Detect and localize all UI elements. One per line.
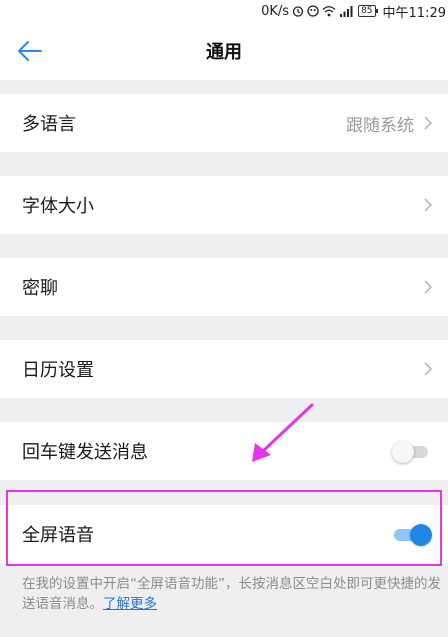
setting-row-font-size[interactable]: 字体大小: [0, 176, 448, 234]
clock: 中午11:29: [382, 5, 446, 21]
chevron-right-icon: [424, 361, 434, 377]
enter-send-toggle[interactable]: [392, 440, 432, 463]
setting-row-language[interactable]: 多语言 跟随系统: [0, 94, 448, 152]
fullscreen-voice-label: 全屏语音: [22, 525, 94, 546]
chevron-right-icon: [424, 115, 434, 131]
back-button[interactable]: [14, 35, 46, 67]
enter-send-label: 回车键发送消息: [22, 442, 148, 463]
learn-more-link[interactable]: 了解更多: [103, 596, 157, 612]
status-bar: 0K/s 85 中午11:29: [0, 0, 448, 22]
calendar-label: 日历设置: [22, 360, 94, 381]
fullscreen-voice-description: 在我的设置中开启“全屏语音功能”，长按消息区空白处即可更快捷的发送语音消息。了解…: [22, 574, 442, 614]
secret-chat-label: 密聊: [22, 278, 58, 299]
wifi-icon: [322, 5, 336, 17]
chevron-right-icon: [424, 197, 434, 213]
description-text: 在我的设置中开启“全屏语音功能”，长按消息区空白处即可更快捷的发送语音消息。: [22, 576, 441, 612]
fullscreen-voice-toggle[interactable]: [392, 523, 432, 546]
nav-bar: 通用: [0, 22, 448, 80]
alarm-icon: [292, 5, 304, 17]
signal-icon: [339, 5, 355, 17]
chevron-right-icon: [424, 279, 434, 295]
battery-icon: 85: [358, 5, 379, 17]
setting-row-secret-chat[interactable]: 密聊: [0, 258, 448, 316]
font-size-label: 字体大小: [22, 196, 94, 217]
setting-row-fullscreen-voice: 全屏语音: [0, 505, 448, 563]
setting-row-calendar[interactable]: 日历设置: [0, 340, 448, 398]
network-speed: 0K/s: [261, 3, 290, 19]
back-arrow-icon: [18, 41, 42, 61]
page-title: 通用: [206, 42, 242, 63]
dnd-icon: [307, 5, 319, 17]
language-label: 多语言: [22, 114, 76, 135]
setting-row-enter-send: 回车键发送消息: [0, 422, 448, 480]
language-value: 跟随系统: [346, 115, 414, 136]
